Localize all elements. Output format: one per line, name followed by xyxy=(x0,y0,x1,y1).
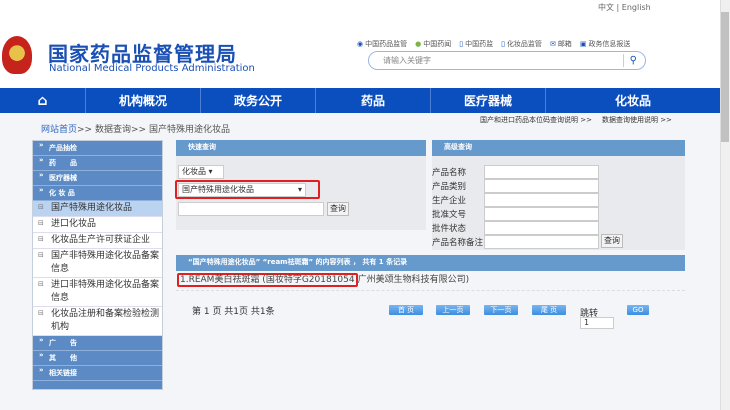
results-header: “国产特殊用途化妆品” “ream祛斑霜” 的内容列表 ， 共有 1 条记录 xyxy=(176,255,685,271)
link-label: 中国药监 xyxy=(465,40,494,48)
sidebar-item[interactable]: 国产特殊用途化妆品 xyxy=(33,201,162,217)
sidebar-item[interactable]: 化妆品生产许可获证企业 xyxy=(33,233,162,249)
sidebar: 产品抽检 药 品 医疗器械 化 妆 品 国产特殊用途化妆品 进口化妆品 化妆品生… xyxy=(32,138,163,390)
page-info: 第 1 页 共1页 共1条 xyxy=(192,307,275,317)
field-label: 产品类别 xyxy=(432,182,467,192)
header-link-wechat[interactable]: ● 中国药闻 xyxy=(415,39,451,49)
language-switch: 中文 | English xyxy=(598,2,651,13)
nav-item[interactable]: 机构概况 xyxy=(86,88,201,113)
home-icon: ⌂ xyxy=(37,92,48,109)
help-link[interactable]: 数据查询使用说明 >> xyxy=(602,115,672,125)
nav-item[interactable]: 医疗器械 xyxy=(431,88,546,113)
sidebar-item[interactable]: 化妆品注册和备案检验检测机构 xyxy=(33,307,162,336)
lang-english[interactable]: English xyxy=(622,3,651,12)
subcategory-select[interactable]: 国产特殊用途化妆品 ▾ xyxy=(178,183,306,197)
sidebar-header[interactable]: 医疗器械 xyxy=(33,168,162,186)
dropdown-icon: ▾ xyxy=(208,167,213,176)
quick-keyword-input[interactable] xyxy=(178,202,324,216)
product-remark-input[interactable] xyxy=(484,235,599,249)
product-name-input[interactable] xyxy=(484,165,599,179)
sidebar-item[interactable]: 国产非特殊用途化妆品备案信息 xyxy=(33,249,162,278)
header-link-mail[interactable]: ✉ 邮箱 xyxy=(550,39,572,49)
sidebar-header[interactable]: 相关链接 xyxy=(33,363,162,381)
product-category-input[interactable] xyxy=(484,179,599,193)
mobile-icon: ▯ xyxy=(501,40,505,48)
subcategory-value: 国产特殊用途化妆品 xyxy=(182,185,254,194)
lang-chinese[interactable]: 中文 xyxy=(598,3,614,12)
result-highlight[interactable]: 1.REAM美白祛斑霜 (国妆特字G20181054 xyxy=(177,273,358,287)
main-nav: ⌂ 机构概况 政务公开 药品 医疗器械 化妆品 xyxy=(0,88,720,113)
site-search-input[interactable]: 请输入关键字 ⚲ xyxy=(368,51,646,70)
approval-number-input[interactable] xyxy=(484,207,599,221)
field-label: 批准文号 xyxy=(432,210,467,220)
monitor-icon: ▣ xyxy=(579,40,587,48)
category-value: 化妆品 xyxy=(182,167,206,176)
sidebar-header[interactable]: 化 妆 品 xyxy=(33,183,162,201)
link-label: 邮箱 xyxy=(557,40,572,48)
national-emblem-logo xyxy=(2,36,32,74)
breadcrumb-item[interactable]: 数据查询 xyxy=(95,125,131,135)
result-item[interactable]: 1.REAM美白祛斑霜 (国妆特字G20181054 广州美颂生物科技有限公司) xyxy=(177,272,470,287)
breadcrumb-sep: >> xyxy=(131,125,147,135)
breadcrumb-item: 国产特殊用途化妆品 xyxy=(148,125,230,135)
jump-page-input[interactable]: 1 xyxy=(580,317,614,329)
sidebar-header[interactable]: 广 告 xyxy=(33,333,162,351)
advanced-search-panel: 高级查询 产品名称 产品类别 生产企业 批准文号 批件状态 产品名称备注 查询 xyxy=(432,140,685,250)
link-label: 化妆品监管 xyxy=(506,40,542,48)
breadcrumb-home[interactable]: 网站首页 xyxy=(41,125,77,135)
nav-item[interactable]: 药品 xyxy=(316,88,431,113)
nav-home[interactable]: ⌂ xyxy=(0,88,86,113)
sidebar-header[interactable]: 产品抽检 xyxy=(33,138,162,156)
approval-status-input[interactable] xyxy=(484,221,599,235)
search-icon[interactable]: ⚲ xyxy=(622,54,637,67)
header-link-app1[interactable]: ▯ 中国药监 xyxy=(459,39,493,49)
link-label: 政务信息报送 xyxy=(588,40,631,48)
link-label: 中国药品监管 xyxy=(365,40,408,48)
field-label: 批件状态 xyxy=(432,224,467,234)
quick-search-title: 快速查询 xyxy=(176,140,426,156)
category-select[interactable]: 化妆品 ▾ xyxy=(178,165,224,179)
advanced-search-button[interactable]: 查询 xyxy=(601,234,623,248)
help-links: 国产和进口药品本位码查询说明 >> 数据查询使用说明 >> xyxy=(480,115,672,125)
manufacturer-input[interactable] xyxy=(484,193,599,207)
breadcrumb-sep: >> xyxy=(77,125,93,135)
header-links: ◉ 中国药品监管 ● 中国药闻 ▯ 中国药监 ▯ 化妆品监管 ✉ 邮箱 ▣ 政务信息报送 xyxy=(357,39,630,49)
field-label: 生产企业 xyxy=(432,196,467,206)
last-page-button[interactable]: 尾 页 xyxy=(532,305,566,315)
next-page-button[interactable]: 下一页 xyxy=(484,305,518,315)
search-placeholder: 请输入关键字 xyxy=(383,56,431,65)
help-link[interactable]: 国产和进口药品本位码查询说明 >> xyxy=(480,115,592,125)
wechat-icon: ● xyxy=(415,40,422,48)
lang-separator: | xyxy=(616,3,620,12)
header-link-app2[interactable]: ▯ 化妆品监管 xyxy=(501,39,542,49)
sidebar-item[interactable]: 进口非特殊用途化妆品备案信息 xyxy=(33,278,162,307)
field-label: 产品名称备注 xyxy=(432,238,484,248)
sidebar-header[interactable]: 其 他 xyxy=(33,348,162,366)
advanced-search-title: 高级查询 xyxy=(432,140,685,156)
sidebar-item[interactable]: 进口化妆品 xyxy=(33,217,162,233)
weibo-icon: ◉ xyxy=(357,40,364,48)
go-button[interactable]: GO xyxy=(627,305,649,315)
breadcrumb: 网站首页>> 数据查询>> 国产特殊用途化妆品 xyxy=(41,122,230,135)
first-page-button[interactable]: 首 页 xyxy=(389,305,423,315)
mail-icon: ✉ xyxy=(549,40,556,48)
nav-item[interactable]: 化妆品 xyxy=(546,88,720,113)
prev-page-button[interactable]: 上一页 xyxy=(436,305,470,315)
dropdown-icon: ▾ xyxy=(297,185,302,194)
field-label: 产品名称 xyxy=(432,168,467,178)
sidebar-header[interactable]: 药 品 xyxy=(33,153,162,171)
nav-item[interactable]: 政务公开 xyxy=(201,88,316,113)
result-company: 广州美颂生物科技有限公司) xyxy=(357,275,470,285)
link-label: 中国药闻 xyxy=(423,40,452,48)
scrollbar-thumb[interactable] xyxy=(721,12,729,142)
divider xyxy=(176,290,685,291)
mobile-icon: ▯ xyxy=(459,40,464,48)
quick-search-panel: 快速查询 化妆品 ▾ 国产特殊用途化妆品 ▾ 查询 xyxy=(175,140,426,230)
quick-search-button[interactable]: 查询 xyxy=(327,202,349,216)
header-link-report[interactable]: ▣ 政务信息报送 xyxy=(580,39,631,49)
site-title-en: National Medical Products Administration xyxy=(49,63,255,74)
header-link-weibo[interactable]: ◉ 中国药品监管 xyxy=(357,39,407,49)
